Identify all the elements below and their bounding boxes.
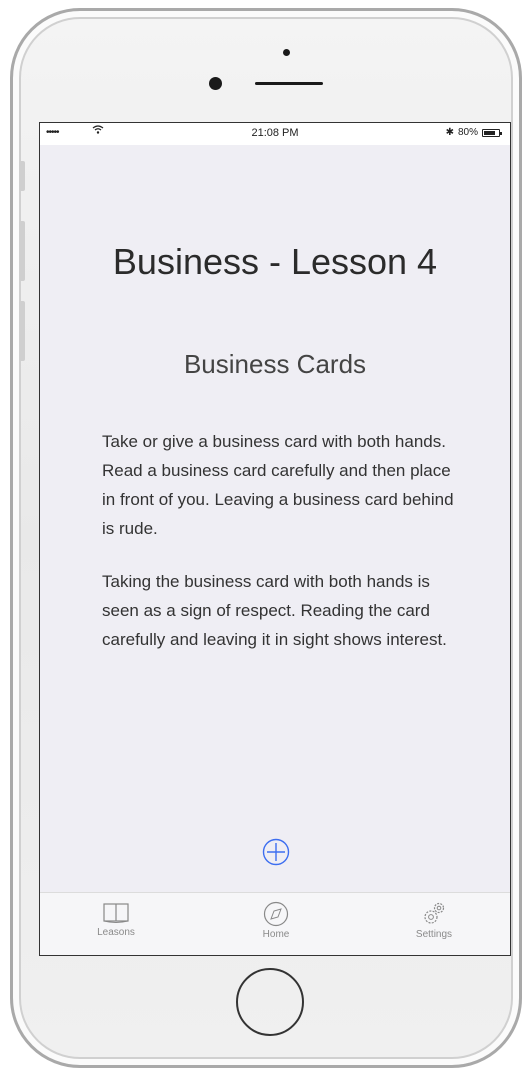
add-button[interactable] [262,838,290,866]
tab-home-label: Home [262,929,290,940]
book-icon [103,903,129,923]
earpiece-speaker [255,82,323,85]
lesson-paragraph-2: Taking the business card with both hands… [102,572,447,649]
status-time: 21:08 PM [251,127,299,139]
plus-circle-icon [262,838,290,866]
tab-home[interactable]: Home [236,901,316,940]
volume-up-button [19,221,25,281]
lesson-title: Business - Lesson 4 [112,241,438,282]
screen: ••••• 21:08 PM ✱ 80% Business - Lesson 4… [39,122,511,956]
status-right-group: ✱ 80% [445,127,502,138]
bluetooth-icon: ✱ [445,127,454,138]
tab-bar: Leasons Home Settings [40,892,510,955]
lesson-subtitle: Business Cards [183,349,367,379]
status-bar: ••••• 21:08 PM ✱ 80% [40,123,510,145]
proximity-sensor [283,49,290,56]
battery-icon [482,128,502,137]
gears-icon [424,902,445,924]
battery-fill [484,130,495,135]
home-button[interactable] [236,968,304,1036]
lesson-paragraph-1: Take or give a business card with both h… [102,432,454,538]
tab-settings[interactable]: Settings [394,901,474,940]
tab-settings-label: Settings [415,929,453,940]
tab-lessons-label: Leasons [97,927,135,938]
mute-switch [19,161,25,191]
battery-percent: 80% [457,127,478,138]
compass-icon [263,901,289,927]
front-camera [209,77,222,90]
tab-lessons[interactable]: Leasons [76,901,156,938]
volume-down-button [19,301,25,361]
